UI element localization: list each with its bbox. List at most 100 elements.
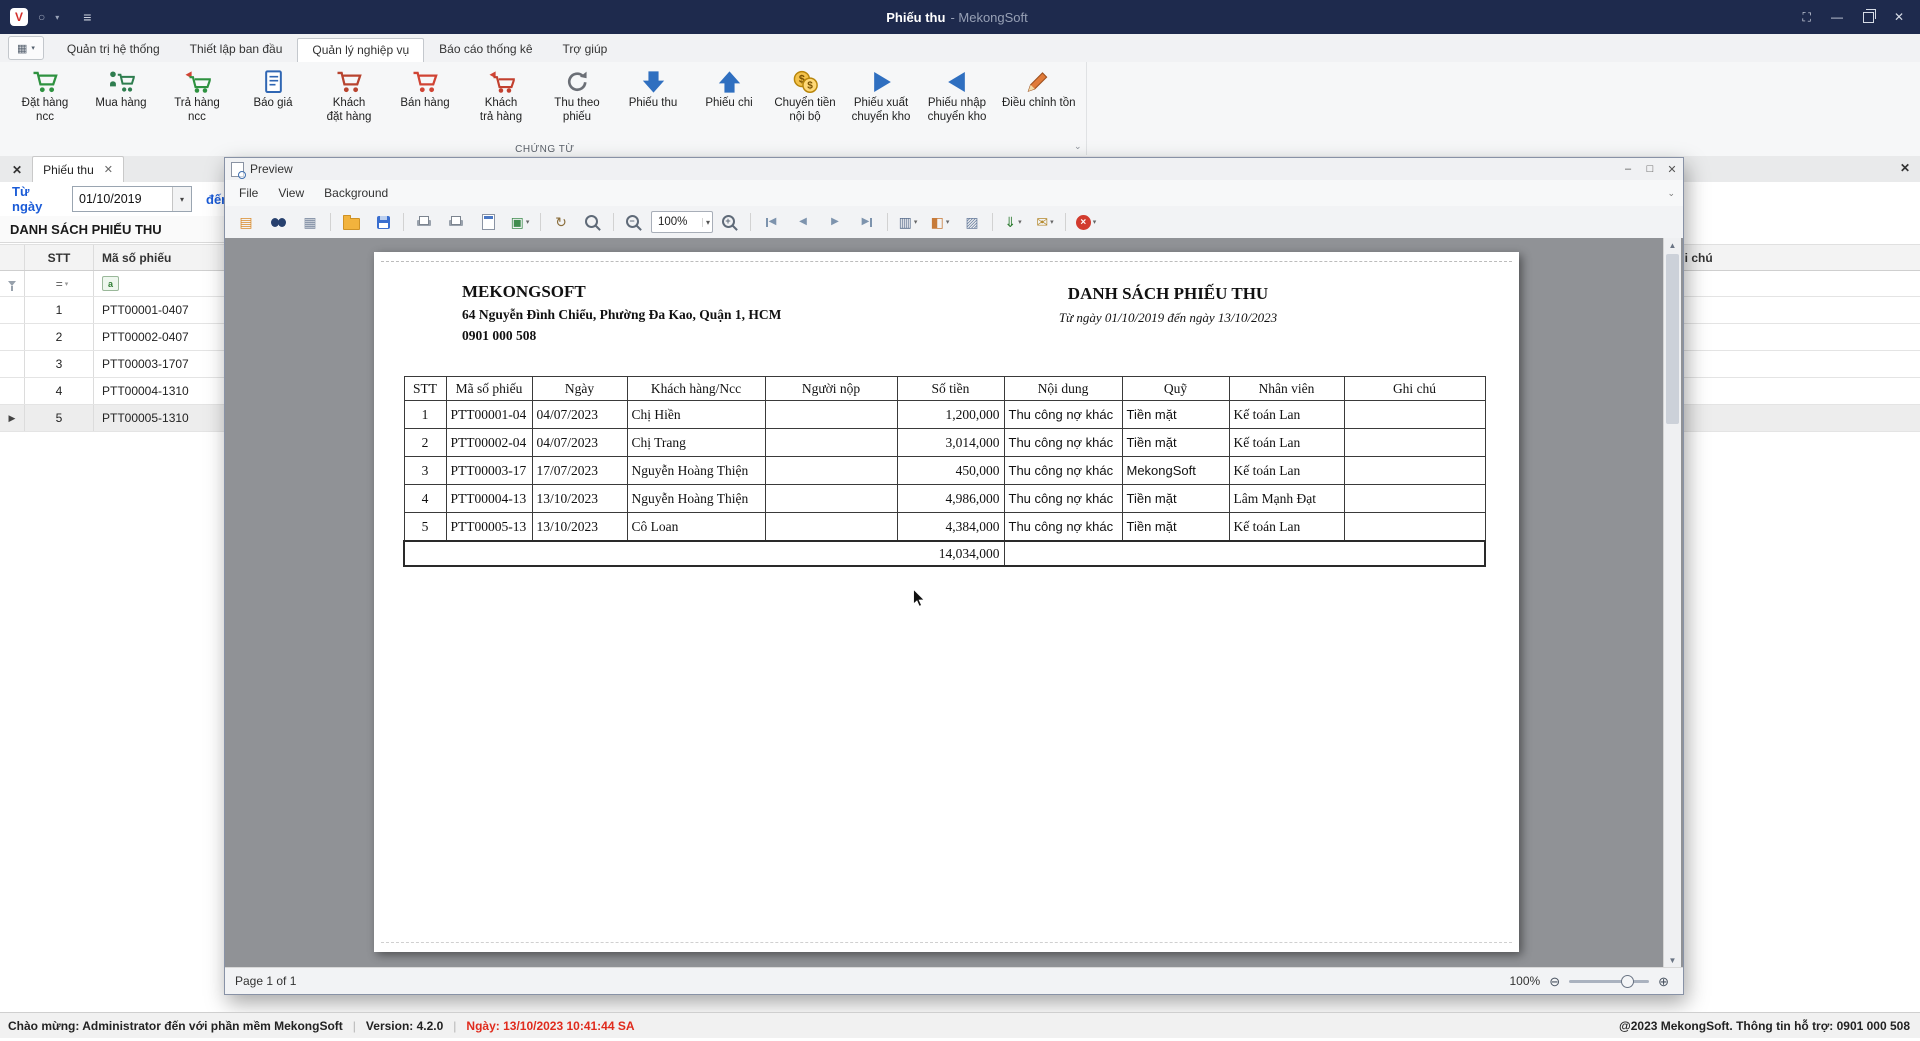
- zoom-combo[interactable]: 100% ▾: [651, 211, 713, 233]
- toolbar-separator: [330, 213, 331, 231]
- tab-phieu-thu[interactable]: Phiếu thu ✕: [32, 156, 124, 183]
- phieu-nhap-chuyen-kho-button[interactable]: Phiếu nhập chuyển kho: [920, 64, 994, 142]
- grid-icon: ▦: [17, 42, 28, 55]
- tab-close-icon[interactable]: ✕: [104, 163, 113, 176]
- khach-tra-hang-button[interactable]: Khách trả hàng: [464, 64, 538, 142]
- ribbon-tab-row: ▦ ▾ Quản trị hệ thống Thiết lập ban đầu Quả…: [0, 34, 1920, 63]
- zoom-out-button[interactable]: ⊖: [1549, 975, 1560, 988]
- fullscreen-icon[interactable]: ⛶: [1803, 11, 1811, 23]
- save-icon[interactable]: [368, 210, 398, 234]
- close-icon[interactable]: ✕: [1894, 11, 1904, 23]
- table-icon[interactable]: ▦: [295, 210, 325, 234]
- dieu-chinh-ton-button[interactable]: Điều chỉnh tồn: [996, 64, 1082, 142]
- mua-hang-button[interactable]: Mua hàng: [84, 64, 158, 142]
- preview-titlebar[interactable]: Preview – □ ✕: [225, 158, 1683, 181]
- scrollbar-thumb[interactable]: [1666, 254, 1679, 424]
- ribbon-button-label: Phiếu chi: [705, 97, 753, 109]
- magnifier-icon[interactable]: [578, 210, 608, 234]
- cart-icon: [32, 67, 59, 97]
- from-date-input[interactable]: 01/10/2019 ▾: [72, 186, 192, 212]
- zoom-in-button[interactable]: ⊕: [1658, 975, 1669, 988]
- menu-hamburger-icon[interactable]: ≡: [83, 9, 91, 25]
- multi-page-icon[interactable]: ▥ ▾: [893, 210, 923, 234]
- thumbnails-icon[interactable]: ▤: [231, 210, 261, 234]
- ribbon-tab-2[interactable]: Thiết lập ban đầu: [175, 37, 298, 62]
- ban-hang-button[interactable]: Bán hàng: [388, 64, 462, 142]
- zoom-slider[interactable]: [1569, 974, 1650, 988]
- quick-access-icon[interactable]: ○: [38, 11, 45, 23]
- from-date-label: Từ ngày: [12, 184, 43, 214]
- filter-text-icon: a: [102, 276, 119, 291]
- dat-hang-ncc-button[interactable]: Đặt hàng ncc: [8, 64, 82, 142]
- scroll-down-icon[interactable]: ▼: [1664, 956, 1681, 965]
- preview-close-icon[interactable]: ✕: [1661, 163, 1683, 176]
- tabstrip-close-icon[interactable]: ✕: [1900, 161, 1910, 175]
- ribbon-group-chung-tu: Đặt hàng ncc Mua hàng Trả hàng ncc Báo giá K…: [4, 62, 1087, 155]
- prev-page-icon[interactable]: ◀: [788, 210, 818, 234]
- ribbon-tab-4[interactable]: Báo cáo thống kê: [424, 37, 547, 62]
- hand-tool-icon[interactable]: ↻: [546, 210, 576, 234]
- close-all-tabs-icon[interactable]: ✕: [12, 163, 22, 177]
- calendar-dropdown-icon[interactable]: ▾: [172, 187, 191, 211]
- print-icon[interactable]: [409, 210, 439, 234]
- app-menu-button[interactable]: ▦ ▾: [8, 36, 44, 60]
- scale-icon[interactable]: ▣ ▾: [505, 210, 535, 234]
- last-page-icon[interactable]: ▶: [852, 210, 882, 234]
- page-setup-icon[interactable]: [473, 210, 503, 234]
- preview-scrollbar[interactable]: ▲ ▼: [1663, 238, 1681, 968]
- window-title: Phiếu thu - MekongSoft: [886, 9, 1028, 25]
- preview-maximize-icon[interactable]: □: [1639, 163, 1661, 175]
- open-icon[interactable]: [336, 210, 366, 234]
- loop-arrow-icon: [564, 67, 591, 97]
- zoom-in-icon[interactable]: +: [715, 210, 745, 234]
- report-col-header: Người nộp: [764, 376, 898, 401]
- quick-print-icon[interactable]: [441, 210, 471, 234]
- bao-gia-button[interactable]: Báo giá: [236, 64, 310, 142]
- email-icon[interactable]: ✉ ▾: [1030, 210, 1060, 234]
- ribbon-button-label: Khách đặt hàng: [326, 97, 372, 123]
- chuyen-tien-noi-bo-button[interactable]: Chuyển tiền nội bộ: [768, 64, 842, 142]
- statusbar: Chào mừng: Administrator đến với phần mề…: [0, 1012, 1920, 1038]
- report-col-header: Quỹ: [1121, 376, 1230, 401]
- quick-access-caret-icon[interactable]: ▾: [55, 13, 59, 22]
- ribbon-collapse-icon[interactable]: ⌄: [1074, 141, 1082, 152]
- app-logo-icon[interactable]: V: [10, 8, 28, 26]
- row-indicator: [0, 351, 25, 377]
- zoom-out-icon[interactable]: −: [619, 210, 649, 234]
- grid-col-stt[interactable]: STT: [25, 245, 94, 270]
- next-page-icon[interactable]: ▶: [820, 210, 850, 234]
- zoom-slider-thumb[interactable]: [1621, 974, 1635, 988]
- phieu-xuat-chuyen-kho-button[interactable]: Phiếu xuất chuyển kho: [844, 64, 918, 142]
- toolbar-separator: [750, 213, 751, 231]
- preview-menu-file[interactable]: File: [229, 182, 268, 204]
- filter-operator[interactable]: =: [56, 277, 63, 291]
- first-page-icon[interactable]: ◀: [756, 210, 786, 234]
- close-preview-icon[interactable]: ▾: [1071, 210, 1101, 234]
- tra-hang-ncc-button[interactable]: Trả hàng ncc: [160, 64, 234, 142]
- ribbon-button-label: Phiếu thu: [628, 97, 678, 109]
- ribbon-tab-1[interactable]: Quản trị hệ thống: [52, 37, 175, 62]
- preview-document-area: MEKONGSOFT 64 Nguyễn Đình Chiểu, Phường …: [225, 238, 1683, 968]
- page-color-icon[interactable]: ◧ ▾: [925, 210, 955, 234]
- preview-minimize-icon[interactable]: –: [1617, 163, 1639, 175]
- person-cart-icon: [108, 67, 135, 97]
- watermark-icon[interactable]: ▨: [957, 210, 987, 234]
- phieu-thu-button[interactable]: Phiếu thu: [616, 64, 690, 142]
- ribbon-tab-3[interactable]: Quản lý nghiệp vụ: [297, 38, 425, 63]
- status-separator: |: [453, 1018, 457, 1033]
- preview-menu-background[interactable]: Background: [314, 182, 398, 204]
- scroll-up-icon[interactable]: ▲: [1664, 241, 1681, 250]
- menubar-chevron-icon[interactable]: ⌄: [1667, 188, 1675, 199]
- export-icon[interactable]: ⇓ ▾: [998, 210, 1028, 234]
- report-col-header: STT: [403, 376, 447, 401]
- tab-label: Phiếu thu: [43, 162, 94, 177]
- phieu-chi-button[interactable]: Phiếu chi: [692, 64, 766, 142]
- search-icon[interactable]: [263, 210, 293, 234]
- ribbon-tab-5[interactable]: Trợ giúp: [548, 37, 623, 62]
- preview-menu-view[interactable]: View: [268, 182, 314, 204]
- minimize-icon[interactable]: —: [1831, 11, 1843, 23]
- khach-dat-hang-button[interactable]: Khách đặt hàng: [312, 64, 386, 142]
- row-stt: 2: [25, 324, 94, 350]
- thu-theo-phieu-button[interactable]: Thu theo phiếu: [540, 64, 614, 142]
- restore-icon[interactable]: [1862, 8, 1876, 23]
